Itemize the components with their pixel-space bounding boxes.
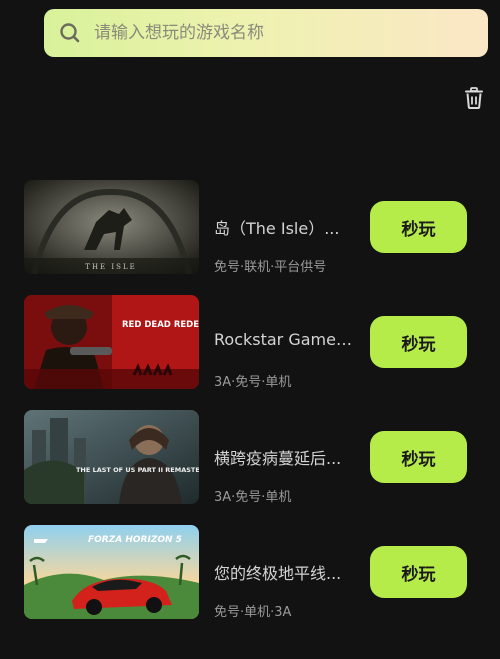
game-tags: 3A·免号·单机 bbox=[214, 375, 292, 390]
play-button[interactable]: 秒玩 bbox=[370, 201, 467, 253]
thumbnail-caption: THE ISLE bbox=[85, 263, 136, 271]
play-button[interactable]: 秒玩 bbox=[370, 431, 467, 483]
game-tags: 免号·单机·3A bbox=[214, 605, 292, 620]
game-title: 您的终极地平线... bbox=[214, 564, 342, 583]
search-icon bbox=[58, 21, 82, 45]
game-search-page: THE ISLE 岛（The Isle）... 免号·联机·平台供号 秒玩 RE… bbox=[0, 0, 500, 659]
game-thumbnail[interactable]: FORZA HORIZON 5 bbox=[24, 525, 199, 619]
search-bar[interactable] bbox=[44, 9, 488, 57]
list-item[interactable]: THE LAST OF US PART II REMASTERED 横跨疫病蔓延… bbox=[0, 410, 500, 505]
thumbnail-caption: RED DEAD REDEMPTION II bbox=[122, 320, 199, 330]
thumbnail-caption: THE LAST OF US PART II REMASTERED bbox=[76, 466, 199, 474]
game-thumbnail[interactable]: THE LAST OF US PART II REMASTERED bbox=[24, 410, 199, 504]
list-item[interactable]: RED DEAD REDEMPTION II Rockstar Games...… bbox=[0, 295, 500, 390]
game-tags: 3A·免号·单机 bbox=[214, 490, 292, 505]
play-button[interactable]: 秒玩 bbox=[370, 316, 467, 368]
game-thumbnail[interactable]: THE ISLE bbox=[24, 180, 199, 274]
play-button[interactable]: 秒玩 bbox=[370, 546, 467, 598]
list-item[interactable]: FORZA HORIZON 5 您的终极地平线... 免号·单机·3A 秒玩 bbox=[0, 525, 500, 620]
trash-icon[interactable] bbox=[462, 86, 486, 110]
game-title: 岛（The Isle）... bbox=[214, 219, 340, 238]
game-thumbnail[interactable]: RED DEAD REDEMPTION II bbox=[24, 295, 199, 389]
list-item[interactable]: THE ISLE 岛（The Isle）... 免号·联机·平台供号 秒玩 bbox=[0, 180, 500, 275]
game-title: Rockstar Games... bbox=[214, 330, 359, 349]
game-title: 横跨疫病蔓延后... bbox=[214, 449, 342, 468]
search-input[interactable] bbox=[92, 22, 456, 44]
game-tags: 免号·联机·平台供号 bbox=[214, 260, 327, 275]
thumbnail-caption: FORZA HORIZON 5 bbox=[88, 535, 182, 545]
